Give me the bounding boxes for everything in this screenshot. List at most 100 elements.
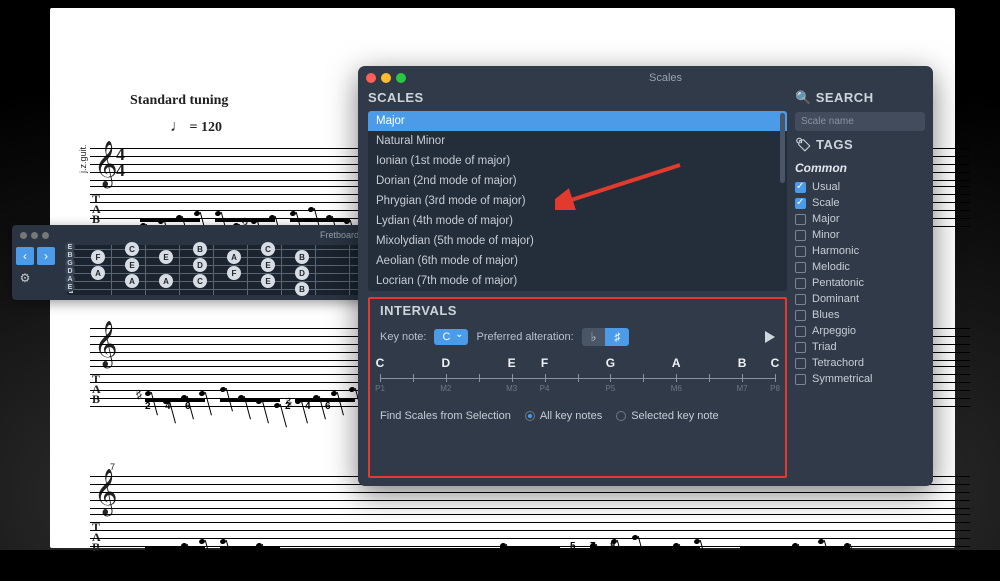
interval-degree: P1 [375, 384, 385, 393]
intervals-panel: INTERVALS Key note: C Preferred alterati… [368, 297, 787, 478]
fret-marker[interactable]: E [125, 258, 139, 272]
scale-item[interactable]: Major [368, 111, 787, 131]
radio-all-keynotes[interactable]: All key notes [525, 410, 602, 422]
checkbox-icon[interactable] [795, 214, 806, 225]
checkbox-icon[interactable] [795, 230, 806, 241]
checkbox-icon[interactable] [795, 246, 806, 257]
checkbox-icon[interactable] [795, 182, 806, 193]
window-title: Scales [649, 72, 682, 84]
checkbox-icon[interactable] [795, 278, 806, 289]
tag-icon: 🏷 [795, 137, 812, 152]
intervals-header: INTERVALS [380, 303, 775, 318]
tag-item[interactable]: Arpeggio [795, 323, 925, 339]
fret-marker[interactable]: D [193, 258, 207, 272]
checkbox-icon[interactable] [795, 342, 806, 353]
track-label: j.z.guit. [78, 144, 88, 173]
checkbox-icon[interactable] [795, 198, 806, 209]
fretboard-panel[interactable]: Fretboard ‹ › ⚙ EBGDAEFACEEADBFACEBDACEB [12, 225, 367, 300]
alteration-toggle[interactable]: ♭ ♯ [582, 328, 630, 346]
checkbox-icon[interactable] [795, 374, 806, 385]
interval-note: C [771, 356, 780, 370]
zoom-icon[interactable] [396, 73, 406, 83]
fret-marker[interactable]: C [261, 242, 275, 256]
tag-item[interactable]: Pentatonic [795, 275, 925, 291]
fret-marker[interactable]: B [295, 250, 309, 264]
scale-list[interactable]: MajorNatural MinorIonian (1st mode of ma… [368, 111, 787, 291]
bar-number: 7 [110, 462, 115, 472]
interval-ruler: CP1DM2EM3FP4GP5AM6BM7CP8 [380, 356, 775, 400]
tag-item[interactable]: Blues [795, 307, 925, 323]
tag-item[interactable]: Dominant [795, 291, 925, 307]
scrollbar[interactable] [780, 113, 785, 183]
fretboard-next-button[interactable]: › [37, 247, 55, 265]
play-icon[interactable] [765, 331, 775, 343]
find-scales-label[interactable]: Find Scales from Selection [380, 410, 511, 422]
fret-marker[interactable]: A [159, 274, 173, 288]
dialog-titlebar[interactable]: Scales [358, 66, 933, 90]
fret-marker[interactable]: A [125, 274, 139, 288]
tuning-label: Standard tuning [130, 93, 228, 109]
scale-item[interactable]: Aeolian (6th mode of major) [368, 251, 787, 271]
scales-dialog[interactable]: Scales SCALES MajorNatural MinorIonian (… [358, 66, 933, 486]
tempo-marking: ♩ = 120 [170, 118, 222, 136]
tag-item[interactable]: Melodic [795, 259, 925, 275]
scale-item[interactable]: Ionian (1st mode of major) [368, 151, 787, 171]
fret-marker[interactable]: D [295, 266, 309, 280]
tag-item[interactable]: Tetrachord [795, 355, 925, 371]
minimize-icon[interactable] [381, 73, 391, 83]
tag-list[interactable]: Common UsualScaleMajorMinorHarmonicMelod… [795, 159, 925, 478]
fretboard-prev-button[interactable]: ‹ [16, 247, 34, 265]
tag-group-label: Common [795, 161, 925, 175]
tag-item[interactable]: Symmetrical [795, 371, 925, 387]
fret-marker[interactable]: E [261, 258, 275, 272]
interval-degree: M6 [671, 384, 682, 393]
scale-item[interactable]: Locrian (7th mode of major) [368, 271, 787, 291]
checkbox-icon[interactable] [795, 358, 806, 369]
scale-item[interactable]: Mixolydian (5th mode of major) [368, 231, 787, 251]
tempo-value: = 120 [190, 120, 222, 135]
fret-marker[interactable]: A [227, 250, 241, 264]
tag-item[interactable]: Major [795, 211, 925, 227]
fret-marker[interactable]: A [91, 266, 105, 280]
scale-item[interactable]: Phrygian (3rd mode of major) [368, 191, 787, 211]
window-controls[interactable] [366, 73, 406, 83]
radio-selected-keynote[interactable]: Selected key note [616, 410, 718, 422]
interval-note: A [672, 356, 681, 370]
checkbox-icon[interactable] [795, 262, 806, 273]
key-note-select[interactable]: C [434, 329, 468, 345]
scale-item[interactable]: Natural Minor [368, 131, 787, 151]
fret-marker[interactable]: C [193, 274, 207, 288]
fret-marker[interactable]: B [295, 282, 309, 296]
tag-item[interactable]: Usual [795, 179, 925, 195]
checkbox-icon[interactable] [795, 310, 806, 321]
window-controls[interactable] [20, 232, 49, 239]
sharp-option[interactable]: ♯ [605, 328, 629, 346]
flat-option[interactable]: ♭ [582, 328, 606, 346]
tag-item[interactable]: Minor [795, 227, 925, 243]
search-input[interactable]: Scale name [795, 112, 925, 131]
pref-alt-label: Preferred alteration: [476, 331, 573, 343]
checkbox-icon[interactable] [795, 326, 806, 337]
scale-item[interactable]: Dorian (2nd mode of major) [368, 171, 787, 191]
fretboard-titlebar[interactable]: Fretboard [20, 229, 359, 241]
interval-note: G [606, 356, 615, 370]
fret-marker[interactable]: B [193, 242, 207, 256]
fret-marker[interactable]: C [125, 242, 139, 256]
tag-item[interactable]: Scale [795, 195, 925, 211]
fret-marker[interactable]: E [159, 250, 173, 264]
fret-marker[interactable]: F [91, 250, 105, 264]
checkbox-icon[interactable] [795, 294, 806, 305]
interval-degree: P5 [606, 384, 616, 393]
scale-item[interactable]: Lydian (4th mode of major) [368, 211, 787, 231]
interval-degree: M2 [440, 384, 451, 393]
key-note-label: Key note: [380, 331, 426, 343]
search-header: 🔍SEARCH [795, 90, 925, 106]
close-icon[interactable] [366, 73, 376, 83]
fret-marker[interactable]: E [261, 274, 275, 288]
interval-degree: P8 [770, 384, 780, 393]
fret-marker[interactable]: F [227, 266, 241, 280]
gear-icon[interactable]: ⚙ [16, 269, 34, 287]
tag-item[interactable]: Triad [795, 339, 925, 355]
fretboard-diagram[interactable]: EBGDAEFACEEADBFACEBDACEB [67, 245, 362, 295]
tag-item[interactable]: Harmonic [795, 243, 925, 259]
